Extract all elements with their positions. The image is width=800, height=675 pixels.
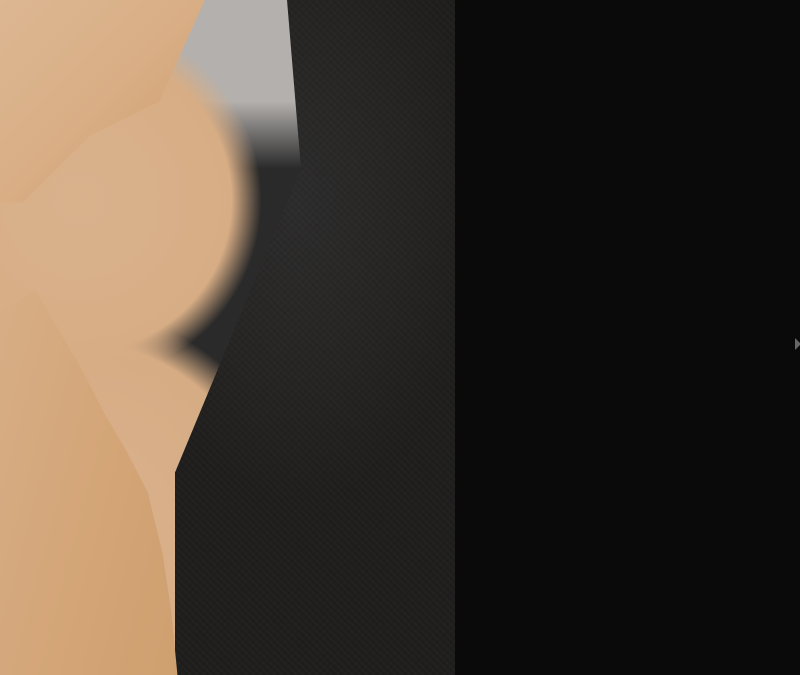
expand-right-icon[interactable]: [795, 338, 800, 350]
photo-preview[interactable]: [0, 0, 455, 675]
